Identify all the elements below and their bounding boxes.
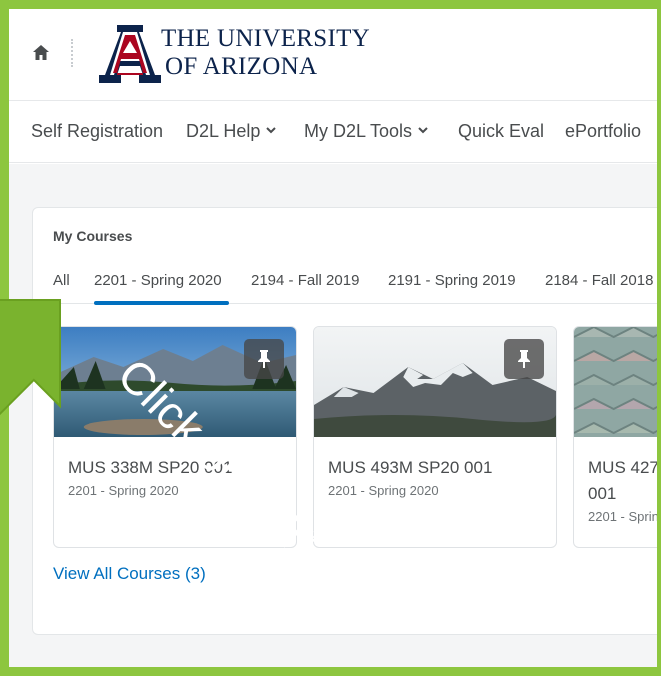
widget-title: My Courses	[53, 228, 133, 244]
nav-d2l-help[interactable]: D2L Help	[186, 121, 277, 142]
university-name-line1: THE UNIVERSITY	[161, 25, 371, 52]
tab-2191-spring-2019[interactable]: 2191 - Spring 2019	[388, 272, 516, 289]
course-term: 2201 - Spring 2020	[328, 483, 439, 498]
pin-icon	[518, 350, 530, 368]
course-card[interactable]: MUS 427 001 2201 - Spring 2020	[573, 326, 657, 548]
course-title[interactable]: MUS 427 001	[588, 455, 657, 507]
my-courses-widget: My Courses All 2201 - Spring 2020 2194 -…	[32, 207, 657, 635]
pin-icon	[258, 350, 270, 368]
course-term: 2201 - Spring 2020	[588, 509, 657, 524]
chevron-down-icon	[266, 127, 277, 134]
course-card[interactable]: MUS 338M SP20 001 2201 - Spring 2020	[53, 326, 297, 548]
nav-my-d2l-tools[interactable]: My D2L Tools	[304, 121, 428, 142]
view-all-courses-link[interactable]: View All Courses (3)	[53, 564, 206, 584]
browser-frame: THE UNIVERSITY OF ARIZONA Self Registrat…	[9, 9, 657, 667]
university-name-line2: OF ARIZONA	[165, 53, 318, 80]
nav-eportfolio[interactable]: ePortfolio	[565, 121, 641, 142]
course-card[interactable]: MUS 493M SP20 001 2201 - Spring 2020	[313, 326, 557, 548]
term-tabs: All 2201 - Spring 2020 2194 - Fall 2019 …	[33, 266, 657, 305]
navbar: Self Registration D2L Help My D2L Tools …	[9, 101, 657, 163]
tab-2194-fall-2019[interactable]: 2194 - Fall 2019	[251, 272, 359, 289]
tab-2201-spring-2020[interactable]: 2201 - Spring 2020	[94, 272, 222, 289]
course-term: 2201 - Spring 2020	[68, 483, 179, 498]
home-icon[interactable]	[31, 43, 51, 63]
nav-self-registration[interactable]: Self Registration	[31, 121, 163, 142]
tab-all[interactable]: All	[53, 272, 70, 289]
nav-d2l-help-label: D2L Help	[186, 121, 261, 141]
header-separator	[71, 39, 73, 67]
pin-course-button[interactable]	[244, 339, 284, 379]
nav-my-d2l-tools-label: My D2L Tools	[304, 121, 413, 141]
tab-2184-fall-2018[interactable]: 2184 - Fall 2018	[545, 272, 653, 289]
chevron-down-icon	[418, 127, 428, 134]
arizona-a-logo-icon[interactable]	[95, 23, 165, 85]
university-name[interactable]: THE UNIVERSITY OF ARIZONA	[161, 25, 370, 81]
course-title-line2: 001	[588, 484, 617, 503]
header: THE UNIVERSITY OF ARIZONA	[9, 9, 657, 101]
course-title[interactable]: MUS 338M SP20 001	[68, 455, 232, 481]
course-image-tiles[interactable]	[574, 327, 657, 437]
selected-tab-indicator	[94, 301, 229, 305]
pin-course-button[interactable]	[504, 339, 544, 379]
course-title-line1: MUS 427	[588, 458, 657, 477]
nav-quick-eval[interactable]: Quick Eval	[458, 121, 544, 142]
course-title[interactable]: MUS 493M SP20 001	[328, 455, 492, 481]
